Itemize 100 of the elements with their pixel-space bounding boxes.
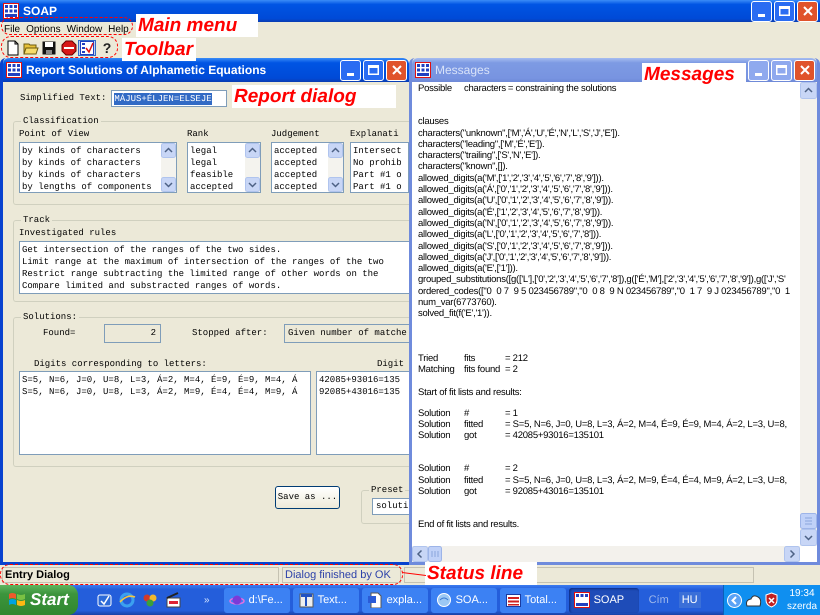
callout-label: Messages xyxy=(642,63,746,86)
list-item[interactable]: S=5, N=6, J=0, U=8, L=3, Á=2, M=9, É=4, É=4, M=9, Á xyxy=(22,386,310,398)
list-item[interactable]: Limit range at the maximum of intersection of the ranges of the two xyxy=(22,256,409,268)
list-item[interactable]: legal xyxy=(190,145,244,157)
maximize-button[interactable] xyxy=(363,60,384,80)
toolbar-button[interactable] xyxy=(60,40,78,56)
overflow-chevron[interactable]: » xyxy=(204,592,210,608)
list-item[interactable]: accepted xyxy=(274,181,327,192)
log-text: fits xyxy=(464,352,476,364)
close-button[interactable] xyxy=(797,0,818,22)
maximize-icon xyxy=(779,6,790,16)
scroll-bar[interactable] xyxy=(800,82,817,546)
taskbar-button[interactable]: SOAP xyxy=(568,588,639,612)
maximize-icon xyxy=(368,65,379,75)
list-item[interactable]: Compare limited and substracted ranges of words. xyxy=(22,280,409,292)
list-item[interactable]: Part #1 o xyxy=(353,169,408,181)
log-line: characters("leading",['M','É','E']). xyxy=(418,138,546,150)
list-item[interactable]: Restrict range subtracting the limited range of other words on the xyxy=(22,268,409,280)
browser-icon[interactable] xyxy=(119,592,136,608)
toolbar-button[interactable] xyxy=(40,40,58,56)
start-button[interactable]: Start xyxy=(0,585,78,615)
close-button[interactable] xyxy=(794,60,815,80)
list-item[interactable]: by kinds of characters xyxy=(22,145,160,157)
language-indicator[interactable]: HU xyxy=(678,592,701,608)
list-item[interactable]: No prohib xyxy=(353,157,408,169)
scroll-bar[interactable] xyxy=(328,143,343,192)
app-icon[interactable] xyxy=(6,62,22,78)
list-item[interactable]: by kinds of characters xyxy=(22,157,160,169)
close-button[interactable] xyxy=(386,60,407,80)
list-item[interactable]: accepted xyxy=(190,181,244,192)
taskbar-button[interactable]: expla... xyxy=(362,588,428,612)
stop-condition-field: Given number of matche xyxy=(284,324,409,343)
save-as-button[interactable]: Save as ... xyxy=(275,486,340,509)
column-header: Point of View xyxy=(19,128,90,140)
minimize-button[interactable] xyxy=(751,0,772,22)
field-label: Simplified Text: xyxy=(20,92,106,105)
list-item[interactable]: by kinds of characters xyxy=(22,169,160,181)
taskbar-button[interactable]: d:\Fe... xyxy=(224,588,290,612)
toolbar-button[interactable]: ? xyxy=(98,40,116,56)
list-item[interactable]: legal xyxy=(190,157,244,169)
log-text: # xyxy=(464,463,470,475)
taskbar-button[interactable]: Text... xyxy=(292,588,359,612)
app-icon[interactable] xyxy=(415,62,431,78)
log-text: Solution xyxy=(418,474,452,486)
list-item[interactable]: accepted xyxy=(274,169,327,181)
taskbar-button[interactable]: SOA... xyxy=(430,588,497,612)
list-item[interactable]: Intersect xyxy=(353,145,408,157)
log-line: allowed_digits(a('N',['0','1','2','3','4','5','6','7','8','9'])). xyxy=(418,218,614,230)
shield-icon[interactable] xyxy=(765,592,778,608)
scroll-thumb-icon[interactable] xyxy=(800,513,817,529)
scroll-bar[interactable] xyxy=(161,143,176,192)
menu-item[interactable]: Options xyxy=(23,23,64,36)
scroll-bar[interactable] xyxy=(412,546,800,562)
log-line: grouped_substitutions([g(['L'],['0','2','3','4','5','6','7','8']),g(['É','M'],['2','3','4','5','6','7','8','9']),g(['J','S' xyxy=(418,274,787,286)
log-line: characters("unknown",['M','Á','U','É','N','L','S','J','E']). xyxy=(418,128,621,139)
menu-item[interactable]: File xyxy=(1,23,24,36)
calendar-icon[interactable] xyxy=(96,592,113,608)
callout-label: Status line xyxy=(425,562,537,585)
minimize-button[interactable] xyxy=(340,60,361,80)
list-item[interactable]: feasible xyxy=(190,169,244,181)
document-icon xyxy=(366,592,383,608)
scroll-thumb-icon[interactable] xyxy=(428,546,442,562)
text-field[interactable]: MÁJUS+ÉLJEN=ELSEJE xyxy=(111,90,228,107)
log-text: Tried xyxy=(418,352,440,364)
list-item[interactable]: 42085+93016=135 xyxy=(319,374,409,386)
list-item[interactable]: Get intersection of the ranges of the two sides. xyxy=(22,244,409,256)
list-item[interactable]: Part #1 o xyxy=(353,181,408,192)
stop-icon xyxy=(61,40,77,56)
list-item[interactable]: by lengths of components xyxy=(22,181,160,192)
menu-item[interactable]: Help xyxy=(105,23,132,36)
toolbar-button[interactable] xyxy=(78,40,96,56)
list-window-icon xyxy=(504,592,521,608)
cloud-icon[interactable] xyxy=(745,594,762,606)
log-text: = 212 xyxy=(505,352,528,364)
scroll-bar[interactable] xyxy=(245,143,260,192)
chevron-left-icon[interactable] xyxy=(727,592,742,608)
app-icon xyxy=(574,592,590,608)
log-line: num_var(6773760). xyxy=(418,297,498,308)
list-item[interactable]: accepted xyxy=(274,145,327,157)
log-line: allowed_digits(a('Á',['0','1','2','3','4','5','6','7','8','9'])). xyxy=(418,184,614,196)
list-item[interactable]: accepted xyxy=(274,157,327,169)
list-item[interactable]: 92085+43016=135 xyxy=(319,386,409,398)
minimize-icon xyxy=(755,72,762,76)
log-line: characters("known",[]). xyxy=(418,161,509,173)
taskbar-button[interactable]: Total... xyxy=(500,588,566,612)
clapperboard-icon[interactable] xyxy=(165,592,182,608)
log-text: Solution xyxy=(418,463,452,475)
log-text: = S=5, N=6, J=0, U=8, L=3, Á=2, M=4, É=9, É=9, M=4, Á=2, L=3, U=8, xyxy=(505,418,787,430)
menu-item[interactable]: Window xyxy=(64,23,106,36)
log-line: characters("trailing",['S','N','E']). xyxy=(418,150,542,162)
maximize-button[interactable] xyxy=(774,0,795,22)
column-header: Explanati xyxy=(350,128,400,140)
flower-icon[interactable] xyxy=(142,592,159,608)
log-text: Matching xyxy=(418,364,456,376)
list-label: Investigated rules xyxy=(19,227,118,239)
preset-field[interactable]: soluti xyxy=(372,498,409,515)
close-icon xyxy=(800,65,810,75)
page-icon xyxy=(5,40,21,56)
list-item[interactable]: S=5, N=6, J=0, U=8, L=3, Á=2, M=4, É=9, É=9, M=4, Á xyxy=(22,374,310,386)
log-line: allowed_digits(a('S',['0','1','2','3','4','5','6','7','8','9'])). xyxy=(418,240,614,252)
